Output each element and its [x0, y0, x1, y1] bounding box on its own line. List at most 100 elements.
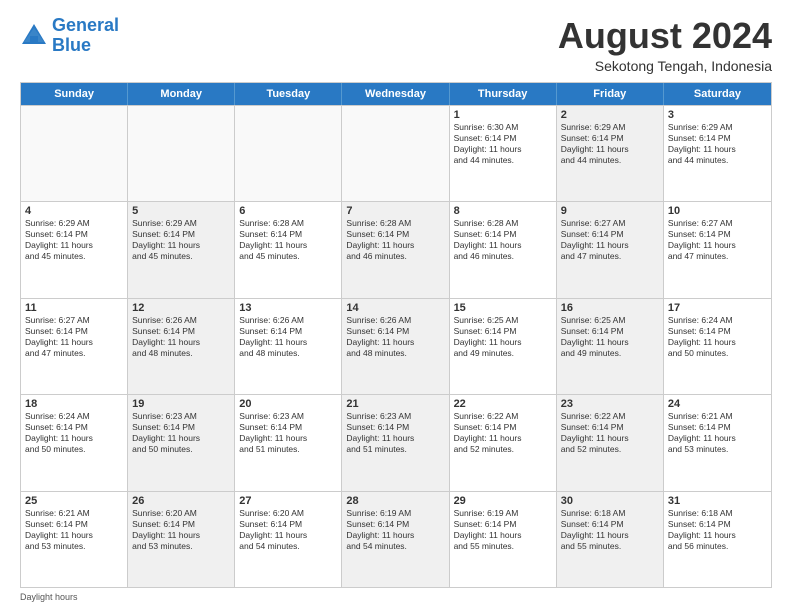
location-subtitle: Sekotong Tengah, Indonesia [558, 58, 772, 74]
cal-cell: 21Sunrise: 6:23 AM Sunset: 6:14 PM Dayli… [342, 395, 449, 490]
day-number: 16 [561, 302, 659, 314]
logo: General Blue [20, 16, 119, 56]
cal-header-saturday: Saturday [664, 83, 771, 105]
day-info: Sunrise: 6:28 AM Sunset: 6:14 PM Dayligh… [239, 218, 337, 262]
cal-header-wednesday: Wednesday [342, 83, 449, 105]
cal-cell: 7Sunrise: 6:28 AM Sunset: 6:14 PM Daylig… [342, 202, 449, 297]
cal-cell: 6Sunrise: 6:28 AM Sunset: 6:14 PM Daylig… [235, 202, 342, 297]
cal-cell: 10Sunrise: 6:27 AM Sunset: 6:14 PM Dayli… [664, 202, 771, 297]
cal-cell: 15Sunrise: 6:25 AM Sunset: 6:14 PM Dayli… [450, 299, 557, 394]
cal-cell: 23Sunrise: 6:22 AM Sunset: 6:14 PM Dayli… [557, 395, 664, 490]
cal-cell: 22Sunrise: 6:22 AM Sunset: 6:14 PM Dayli… [450, 395, 557, 490]
cal-cell: 28Sunrise: 6:19 AM Sunset: 6:14 PM Dayli… [342, 492, 449, 587]
cal-cell [235, 106, 342, 201]
logo-icon [20, 22, 48, 50]
day-info: Sunrise: 6:22 AM Sunset: 6:14 PM Dayligh… [561, 411, 659, 455]
cal-cell: 12Sunrise: 6:26 AM Sunset: 6:14 PM Dayli… [128, 299, 235, 394]
day-number: 23 [561, 398, 659, 410]
day-info: Sunrise: 6:26 AM Sunset: 6:14 PM Dayligh… [132, 315, 230, 359]
day-number: 27 [239, 495, 337, 507]
cal-cell: 1Sunrise: 6:30 AM Sunset: 6:14 PM Daylig… [450, 106, 557, 201]
calendar: SundayMondayTuesdayWednesdayThursdayFrid… [20, 82, 772, 588]
day-info: Sunrise: 6:29 AM Sunset: 6:14 PM Dayligh… [25, 218, 123, 262]
day-info: Sunrise: 6:24 AM Sunset: 6:14 PM Dayligh… [668, 315, 767, 359]
cal-cell: 17Sunrise: 6:24 AM Sunset: 6:14 PM Dayli… [664, 299, 771, 394]
logo-blue: Blue [52, 35, 91, 55]
cal-cell: 18Sunrise: 6:24 AM Sunset: 6:14 PM Dayli… [21, 395, 128, 490]
day-info: Sunrise: 6:26 AM Sunset: 6:14 PM Dayligh… [239, 315, 337, 359]
cal-cell: 11Sunrise: 6:27 AM Sunset: 6:14 PM Dayli… [21, 299, 128, 394]
day-info: Sunrise: 6:27 AM Sunset: 6:14 PM Dayligh… [668, 218, 767, 262]
day-info: Sunrise: 6:23 AM Sunset: 6:14 PM Dayligh… [239, 411, 337, 455]
day-info: Sunrise: 6:28 AM Sunset: 6:14 PM Dayligh… [346, 218, 444, 262]
logo-general: General [52, 15, 119, 35]
page: General Blue August 2024 Sekotong Tengah… [0, 0, 792, 612]
cal-cell: 24Sunrise: 6:21 AM Sunset: 6:14 PM Dayli… [664, 395, 771, 490]
cal-cell: 25Sunrise: 6:21 AM Sunset: 6:14 PM Dayli… [21, 492, 128, 587]
day-number: 19 [132, 398, 230, 410]
cal-cell: 2Sunrise: 6:29 AM Sunset: 6:14 PM Daylig… [557, 106, 664, 201]
day-number: 25 [25, 495, 123, 507]
day-info: Sunrise: 6:30 AM Sunset: 6:14 PM Dayligh… [454, 122, 552, 166]
day-number: 14 [346, 302, 444, 314]
cal-cell [128, 106, 235, 201]
cal-week-2: 4Sunrise: 6:29 AM Sunset: 6:14 PM Daylig… [21, 201, 771, 297]
cal-cell: 14Sunrise: 6:26 AM Sunset: 6:14 PM Dayli… [342, 299, 449, 394]
day-info: Sunrise: 6:20 AM Sunset: 6:14 PM Dayligh… [132, 508, 230, 552]
day-number: 3 [668, 109, 767, 121]
footer-text: Daylight hours [20, 592, 78, 602]
day-number: 7 [346, 205, 444, 217]
day-number: 11 [25, 302, 123, 314]
calendar-header-row: SundayMondayTuesdayWednesdayThursdayFrid… [21, 83, 771, 105]
day-info: Sunrise: 6:23 AM Sunset: 6:14 PM Dayligh… [132, 411, 230, 455]
day-info: Sunrise: 6:25 AM Sunset: 6:14 PM Dayligh… [454, 315, 552, 359]
day-info: Sunrise: 6:19 AM Sunset: 6:14 PM Dayligh… [454, 508, 552, 552]
day-number: 6 [239, 205, 337, 217]
day-info: Sunrise: 6:21 AM Sunset: 6:14 PM Dayligh… [25, 508, 123, 552]
day-number: 20 [239, 398, 337, 410]
day-number: 8 [454, 205, 552, 217]
day-number: 28 [346, 495, 444, 507]
day-number: 22 [454, 398, 552, 410]
day-number: 1 [454, 109, 552, 121]
day-number: 30 [561, 495, 659, 507]
cal-cell: 3Sunrise: 6:29 AM Sunset: 6:14 PM Daylig… [664, 106, 771, 201]
day-info: Sunrise: 6:18 AM Sunset: 6:14 PM Dayligh… [561, 508, 659, 552]
day-info: Sunrise: 6:23 AM Sunset: 6:14 PM Dayligh… [346, 411, 444, 455]
day-info: Sunrise: 6:19 AM Sunset: 6:14 PM Dayligh… [346, 508, 444, 552]
cal-week-5: 25Sunrise: 6:21 AM Sunset: 6:14 PM Dayli… [21, 491, 771, 587]
cal-cell: 13Sunrise: 6:26 AM Sunset: 6:14 PM Dayli… [235, 299, 342, 394]
cal-cell: 29Sunrise: 6:19 AM Sunset: 6:14 PM Dayli… [450, 492, 557, 587]
day-info: Sunrise: 6:29 AM Sunset: 6:14 PM Dayligh… [561, 122, 659, 166]
cal-cell: 31Sunrise: 6:18 AM Sunset: 6:14 PM Dayli… [664, 492, 771, 587]
footer: Daylight hours [20, 592, 772, 602]
day-info: Sunrise: 6:29 AM Sunset: 6:14 PM Dayligh… [668, 122, 767, 166]
cal-cell [21, 106, 128, 201]
cal-cell: 20Sunrise: 6:23 AM Sunset: 6:14 PM Dayli… [235, 395, 342, 490]
cal-header-tuesday: Tuesday [235, 83, 342, 105]
day-number: 31 [668, 495, 767, 507]
cal-cell: 19Sunrise: 6:23 AM Sunset: 6:14 PM Dayli… [128, 395, 235, 490]
day-info: Sunrise: 6:25 AM Sunset: 6:14 PM Dayligh… [561, 315, 659, 359]
day-info: Sunrise: 6:18 AM Sunset: 6:14 PM Dayligh… [668, 508, 767, 552]
day-number: 4 [25, 205, 123, 217]
day-number: 18 [25, 398, 123, 410]
cal-header-sunday: Sunday [21, 83, 128, 105]
day-number: 9 [561, 205, 659, 217]
day-number: 29 [454, 495, 552, 507]
day-info: Sunrise: 6:24 AM Sunset: 6:14 PM Dayligh… [25, 411, 123, 455]
day-number: 13 [239, 302, 337, 314]
cal-cell: 16Sunrise: 6:25 AM Sunset: 6:14 PM Dayli… [557, 299, 664, 394]
day-number: 5 [132, 205, 230, 217]
day-number: 21 [346, 398, 444, 410]
day-info: Sunrise: 6:20 AM Sunset: 6:14 PM Dayligh… [239, 508, 337, 552]
cal-header-monday: Monday [128, 83, 235, 105]
title-area: August 2024 Sekotong Tengah, Indonesia [558, 16, 772, 74]
day-number: 26 [132, 495, 230, 507]
cal-cell: 26Sunrise: 6:20 AM Sunset: 6:14 PM Dayli… [128, 492, 235, 587]
day-number: 2 [561, 109, 659, 121]
cal-week-3: 11Sunrise: 6:27 AM Sunset: 6:14 PM Dayli… [21, 298, 771, 394]
day-info: Sunrise: 6:28 AM Sunset: 6:14 PM Dayligh… [454, 218, 552, 262]
cal-week-4: 18Sunrise: 6:24 AM Sunset: 6:14 PM Dayli… [21, 394, 771, 490]
day-info: Sunrise: 6:22 AM Sunset: 6:14 PM Dayligh… [454, 411, 552, 455]
